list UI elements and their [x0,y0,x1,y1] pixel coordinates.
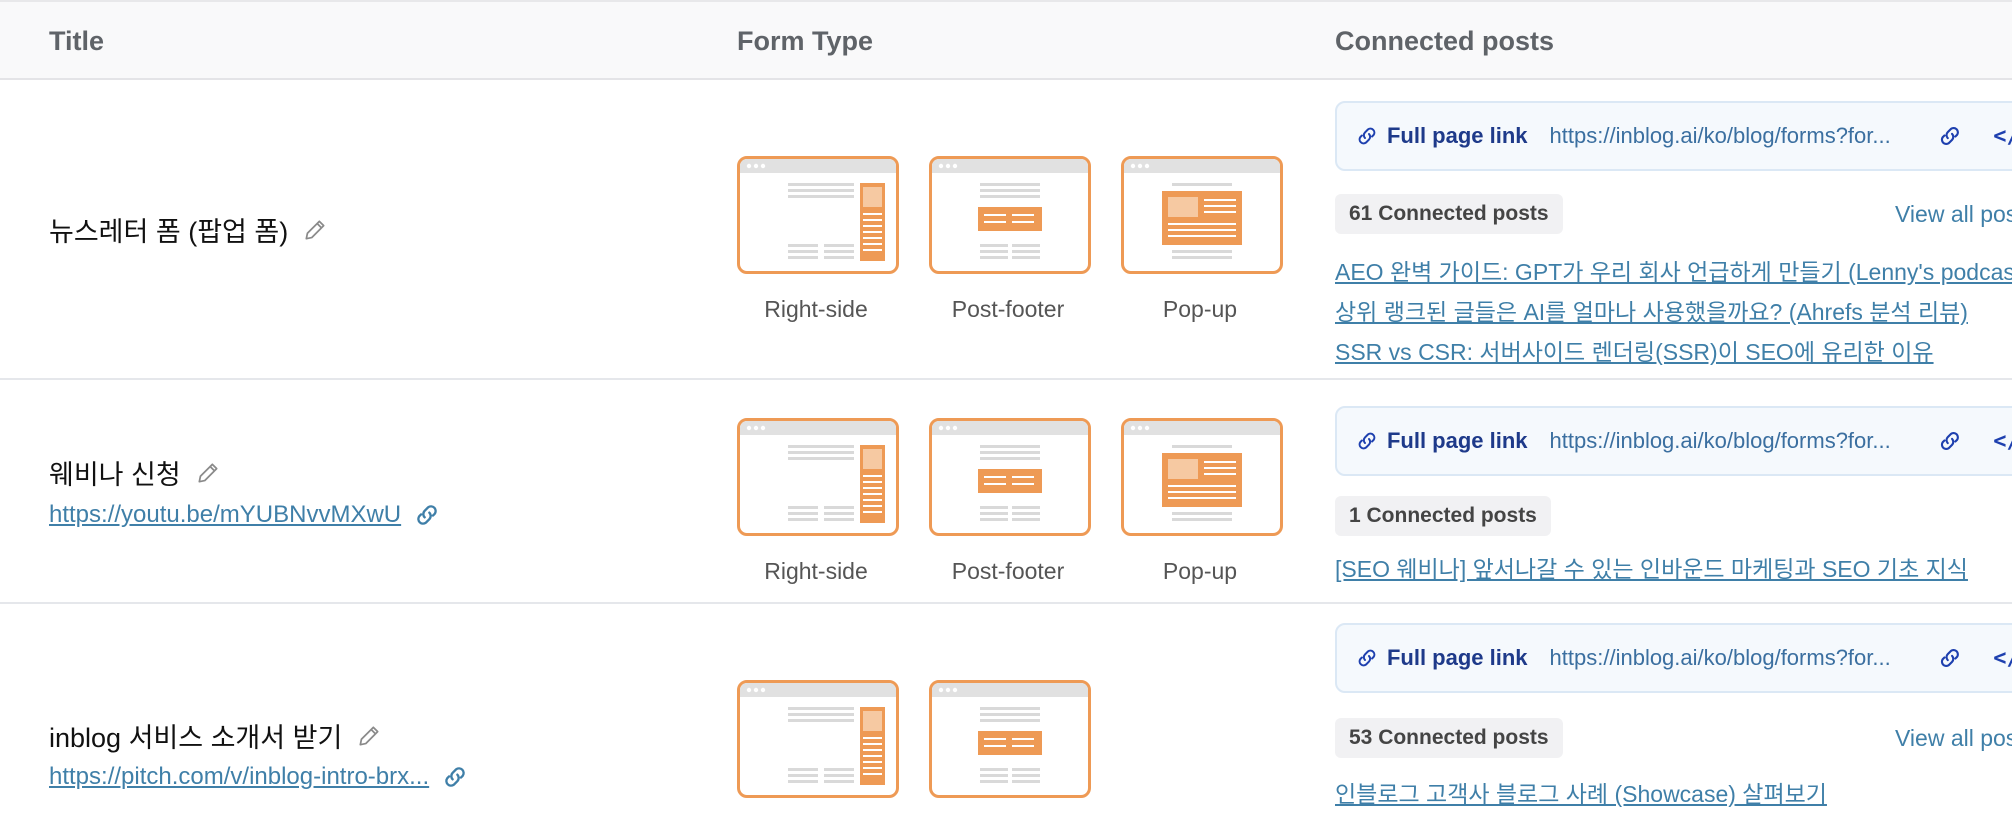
view-all-posts-link[interactable]: View all posts [1895,201,2012,228]
form-external-link[interactable]: https://pitch.com/v/inblog-intro-brx... [49,763,469,791]
pencil-icon[interactable] [356,723,382,749]
connected-post-link[interactable]: AEO 완벽 가이드: GPT가 우리 회사 언급하게 만들기 (Lenny's… [1335,253,2012,287]
link-icon [1355,645,1379,671]
full-page-link-url[interactable]: https://inblog.ai/ko/blog/forms?for... [1550,428,1906,454]
column-header-connected-posts: Connected posts [1335,26,1555,56]
form-title-text: inblog 서비스 소개서 받기 [49,723,343,753]
link-icon [1355,428,1379,454]
full-page-link-box: Full page link https://inblog.ai/ko/blog… [1335,623,2012,693]
full-page-link-box: Full page link https://inblog.ai/ko/blog… [1335,406,2012,476]
form-type-label: Post-footer [951,296,1065,322]
form-type-label: Pop-up [1162,296,1238,322]
full-page-link-label[interactable]: Full page link [1387,645,1528,671]
full-page-link-url[interactable]: https://inblog.ai/ko/blog/forms?for... [1550,123,1906,149]
form-type-label: Right-side [764,558,868,584]
embed-code-icon[interactable]: </> [1993,646,2012,671]
connected-posts-count: 1 Connected posts [1335,496,1551,536]
pencil-icon[interactable] [195,460,221,486]
connected-post-link[interactable]: SSR vs CSR: 서버사이드 렌더링(SSR)이 SEO에 유리한 이유 [1335,333,1934,367]
table-header: Title Form Type Connected posts [0,0,2012,80]
pencil-icon[interactable] [302,217,328,243]
connected-post-link[interactable]: 상위 랭크된 글들은 AI를 얼마나 사용했을까요? (Ahrefs 분석 리뷰… [1335,293,1968,327]
full-page-link-label[interactable]: Full page link [1387,428,1528,454]
column-header-form-type: Form Type [737,26,874,56]
link-icon[interactable] [441,763,469,791]
form-type-post-footer-thumbnail[interactable] [929,418,1091,536]
form-type-pop-up-thumbnail[interactable] [1121,156,1283,274]
full-page-link-label[interactable]: Full page link [1387,123,1528,149]
form-title: 웨비나 신청 [49,453,221,492]
form-external-link-text[interactable]: https://pitch.com/v/inblog-intro-brx... [49,763,429,791]
connected-posts-count: 61 Connected posts [1335,194,1563,234]
form-type-label: Pop-up [1162,558,1238,584]
embed-code-icon[interactable]: </> [1993,124,2012,149]
link-icon[interactable] [413,501,441,529]
full-page-link-box: Full page link https://inblog.ai/ko/blog… [1335,101,2012,171]
embed-code-icon[interactable]: </> [1993,429,2012,454]
row-divider [0,378,2012,380]
form-title-text: 뉴스레터 폼 (팝업 폼) [49,217,289,247]
full-page-link-url[interactable]: https://inblog.ai/ko/blog/forms?for... [1550,645,1906,671]
form-type-pop-up-thumbnail[interactable] [1121,418,1283,536]
form-external-link[interactable]: https://youtu.be/mYUBNvvMXwU [49,501,441,529]
view-all-posts-link[interactable]: View all posts [1895,725,2012,752]
copy-link-icon[interactable] [1937,122,1963,150]
form-type-right-side-thumbnail[interactable] [737,680,899,798]
link-icon [1355,123,1379,149]
form-external-link-text[interactable]: https://youtu.be/mYUBNvvMXwU [49,501,401,529]
row-divider [0,602,2012,604]
copy-link-icon[interactable] [1937,427,1963,455]
connected-post-link[interactable]: 인블로그 고객사 블로그 사례 (Showcase) 살펴보기 [1335,775,1827,809]
connected-post-link[interactable]: [SEO 웨비나] 앞서나갈 수 있는 인바운드 마케팅과 SEO 기초 지식 [1335,550,1968,584]
copy-link-icon[interactable] [1937,644,1963,672]
form-title: inblog 서비스 소개서 받기 [49,716,382,755]
form-type-right-side-thumbnail[interactable] [737,156,899,274]
form-type-right-side-thumbnail[interactable] [737,418,899,536]
column-header-title: Title [49,26,105,56]
form-type-label: Post-footer [951,558,1065,584]
form-type-post-footer-thumbnail[interactable] [929,156,1091,274]
form-type-label: Right-side [764,296,868,322]
form-title: 뉴스레터 폼 (팝업 폼) [49,210,328,249]
connected-posts-count: 53 Connected posts [1335,718,1563,758]
form-title-text: 웨비나 신청 [49,460,181,490]
form-type-post-footer-thumbnail[interactable] [929,680,1091,798]
